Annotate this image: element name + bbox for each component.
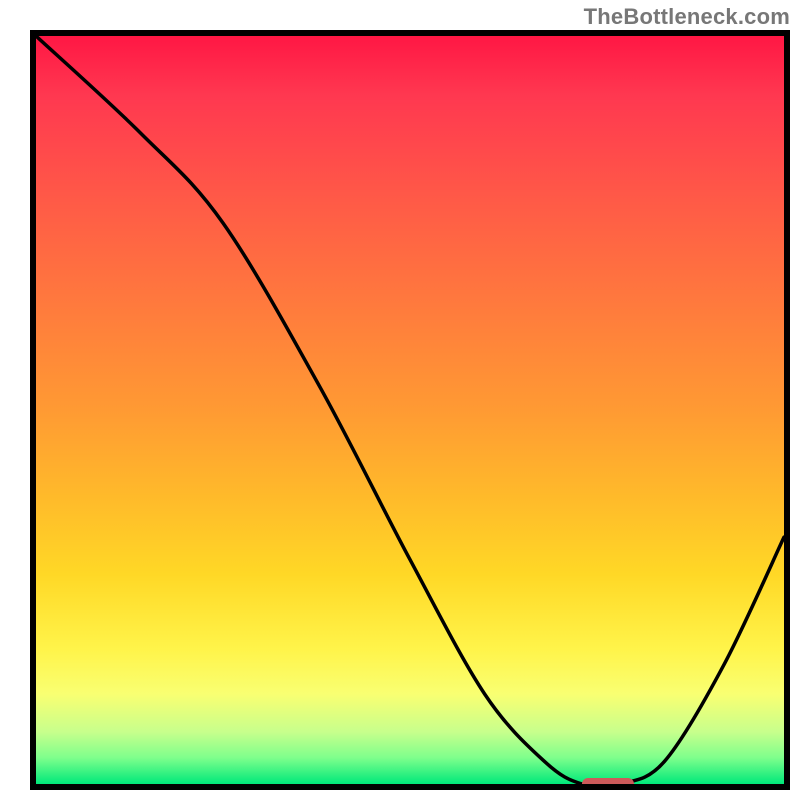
bottleneck-curve <box>36 36 784 784</box>
chart-container: TheBottleneck.com <box>0 0 800 800</box>
optimum-marker <box>582 778 634 790</box>
plot-area <box>30 30 790 790</box>
watermark-text: TheBottleneck.com <box>584 4 790 30</box>
